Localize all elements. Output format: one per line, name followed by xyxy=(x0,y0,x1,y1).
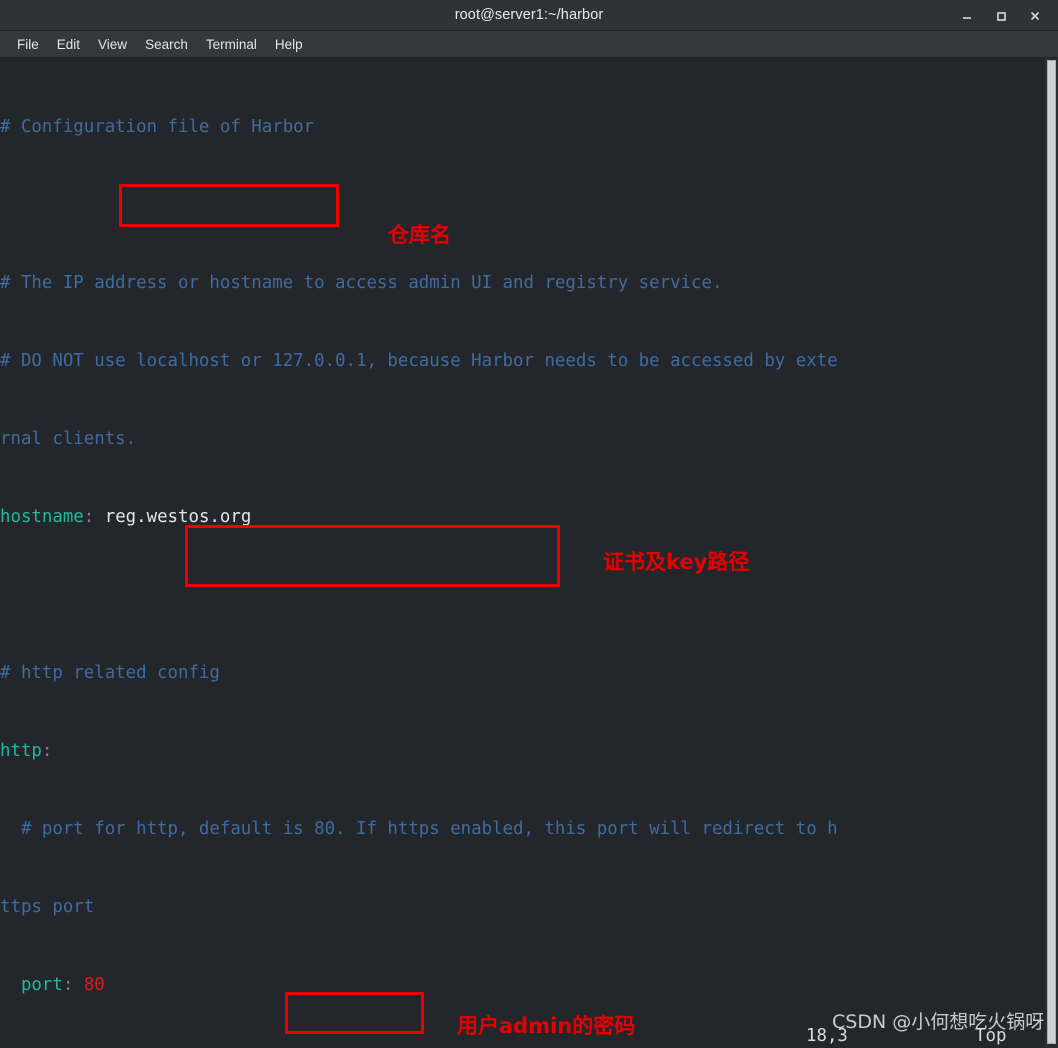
code-line-http: http: xyxy=(0,738,1045,764)
hostname-note: 仓库名 xyxy=(388,223,451,247)
terminal-window: root@server1:~/harbor File Edit View Sea… xyxy=(0,0,1058,1048)
menu-item-terminal[interactable]: Terminal xyxy=(197,35,266,54)
menu-item-view[interactable]: View xyxy=(89,35,136,54)
cert-key-path-note: 证书及key路径 xyxy=(603,550,750,574)
http-port-number: 80 xyxy=(83,975,105,995)
code-comment: # port for http, default is 80. If https… xyxy=(0,819,838,839)
code-line: ttps port xyxy=(0,894,1045,920)
scrollbar-thumb[interactable] xyxy=(1047,60,1056,1044)
code-comment: # DO NOT use localhost or 127.0.0.1, bec… xyxy=(0,351,838,371)
menu-bar: File Edit View Search Terminal Help xyxy=(0,31,1058,58)
editor-text: # Configuration file of Harbor # The IP … xyxy=(0,62,1045,1048)
yaml-key-http-port xyxy=(0,975,21,995)
code-line: rnal clients. xyxy=(0,426,1045,452)
code-comment: rnal clients. xyxy=(0,429,137,449)
code-line: # Configuration file of Harbor xyxy=(0,114,1045,140)
title-bar[interactable]: root@server1:~/harbor xyxy=(0,0,1058,31)
window-controls xyxy=(950,0,1052,31)
code-line-hostname: hostname: reg.westos.org xyxy=(0,504,1045,530)
http-port-value xyxy=(73,975,83,995)
code-comment: # http related config xyxy=(0,663,220,683)
menu-item-search[interactable]: Search xyxy=(136,35,197,54)
hostname-value: reg.westos.org xyxy=(104,507,252,527)
code-line: # port for http, default is 80. If https… xyxy=(0,816,1045,842)
terminal-body[interactable]: # Configuration file of Harbor # The IP … xyxy=(0,58,1058,1048)
yaml-value-hostname xyxy=(94,507,104,527)
yaml-key-http: http xyxy=(0,741,42,761)
menu-item-file[interactable]: File xyxy=(8,35,48,54)
yaml-key-hostname: hostname xyxy=(0,507,84,527)
window-title: root@server1:~/harbor xyxy=(454,7,604,23)
maximize-button[interactable] xyxy=(984,0,1018,31)
code-line: # The IP address or hostname to access a… xyxy=(0,270,1045,296)
close-button[interactable] xyxy=(1018,0,1052,31)
code-line-http-port: port: 80 xyxy=(0,972,1045,998)
menu-item-edit[interactable]: Edit xyxy=(48,35,89,54)
code-line: # http related config xyxy=(0,660,1045,686)
colon: : xyxy=(62,975,74,995)
code-comment: # The IP address or hostname to access a… xyxy=(0,273,723,293)
code-comment: ttps port xyxy=(0,897,95,917)
menu-item-help[interactable]: Help xyxy=(266,35,312,54)
minimize-button[interactable] xyxy=(950,0,984,31)
code-comment: # Configuration file of Harbor xyxy=(0,117,315,137)
colon: : xyxy=(83,507,95,527)
yaml-key-port: port xyxy=(20,975,63,995)
scroll-percent: Top xyxy=(975,1026,1007,1046)
vertical-scrollbar[interactable] xyxy=(1045,58,1058,1048)
colon: : xyxy=(41,741,53,761)
cursor-position: 18,3 xyxy=(806,1026,848,1046)
code-line: # DO NOT use localhost or 127.0.0.1, bec… xyxy=(0,348,1045,374)
vim-status-line: 18,3 Top xyxy=(0,1018,1045,1048)
